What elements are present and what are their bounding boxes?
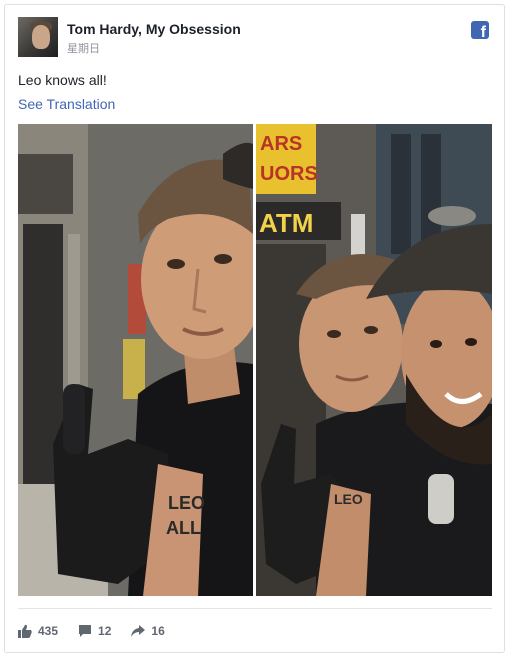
svg-text:UORS: UORS: [260, 163, 318, 185]
share-arrow-icon: [131, 625, 146, 637]
svg-text:LEO: LEO: [168, 493, 205, 513]
post-photo-left[interactable]: LEO ALL: [18, 124, 253, 596]
reaction-bar: 435 12 16: [18, 622, 185, 640]
post-photo-right[interactable]: ARS UORS ATM LEO: [256, 124, 492, 596]
svg-text:ARS: ARS: [260, 133, 302, 155]
share-count-value: 16: [151, 624, 165, 638]
comment-count[interactable]: 12: [78, 624, 111, 638]
svg-text:ATM: ATM: [259, 208, 313, 238]
photo-right-graphic: ARS UORS ATM LEO: [256, 124, 492, 596]
facebook-icon[interactable]: f: [471, 21, 489, 41]
see-translation-link[interactable]: See Translation: [18, 96, 115, 112]
post-text: Leo knows all!: [18, 72, 107, 88]
footer-divider: [18, 608, 492, 609]
share-count[interactable]: 16: [131, 624, 165, 638]
facebook-post-card: Tom Hardy, My Obsession 星期日 f Leo knows …: [4, 4, 505, 653]
svg-text:ALL: ALL: [166, 518, 201, 538]
post-timestamp[interactable]: 星期日: [67, 40, 100, 56]
avatar-face: [32, 25, 50, 49]
like-count[interactable]: 435: [18, 624, 58, 638]
svg-text:LEO: LEO: [334, 491, 363, 507]
photo-left-graphic: LEO ALL: [18, 124, 253, 596]
comment-icon: [79, 625, 92, 637]
thumbs-up-icon: [18, 624, 32, 638]
page-name-link[interactable]: Tom Hardy, My Obsession: [67, 21, 241, 37]
comment-count-value: 12: [98, 624, 112, 638]
page-avatar[interactable]: [18, 17, 58, 57]
like-count-value: 435: [38, 624, 59, 638]
